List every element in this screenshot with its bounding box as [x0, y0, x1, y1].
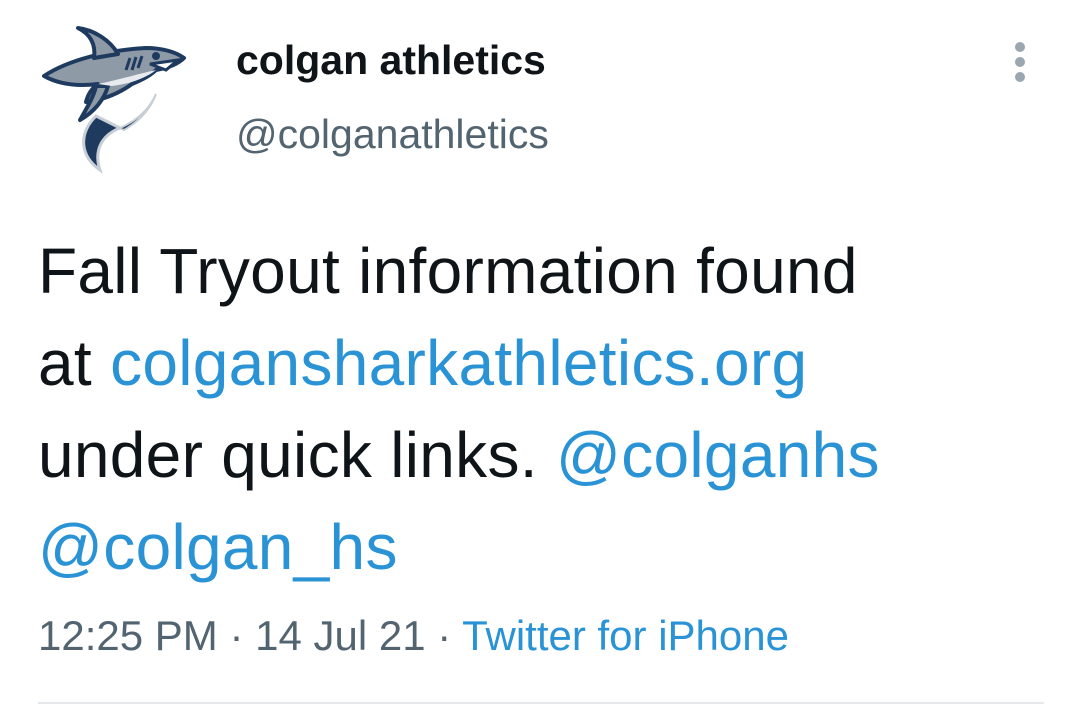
shark-logo-icon[interactable] — [38, 24, 190, 174]
tweet-line-1: Fall Tryout information found — [38, 235, 858, 307]
website-link[interactable]: colgansharkathletics.org — [110, 327, 807, 399]
menu-dot — [1015, 57, 1025, 67]
tweet-card: colgan athletics @colganathletics Fall T… — [0, 0, 1080, 717]
menu-dot — [1015, 42, 1025, 52]
mention-link-colganhs[interactable]: @colganhs — [556, 419, 880, 491]
divider — [38, 702, 1044, 704]
tweet-time[interactable]: 12:25 PM — [38, 612, 218, 659]
meta-separator: · — [217, 612, 256, 659]
meta-separator: · — [425, 612, 463, 659]
tweet-text-fragment: at — [38, 327, 111, 399]
tweet-meta: 12:25 PM · 14 Jul 21 · Twitter for iPhon… — [38, 610, 789, 662]
mention-link-colgan-hs[interactable]: @colgan_hs — [38, 511, 398, 583]
tweet-line-4: @colgan_hs — [38, 501, 1048, 593]
tweet-text: Fall Tryout information found at colgans… — [38, 225, 1048, 593]
display-name[interactable]: colgan athletics — [236, 36, 546, 84]
tweet-text-fragment: under quick links. — [38, 419, 556, 491]
tweet-source-link[interactable]: Twitter for iPhone — [462, 612, 789, 659]
tweet-line-2: at colgansharkathletics.org — [38, 317, 1048, 409]
more-vertical-icon[interactable] — [1006, 38, 1034, 86]
tweet-date[interactable]: 14 Jul 21 — [255, 612, 425, 659]
menu-dot — [1015, 72, 1025, 82]
tweet-line-3: under quick links. @colganhs — [38, 409, 1048, 501]
user-handle[interactable]: @colganathletics — [236, 110, 549, 158]
